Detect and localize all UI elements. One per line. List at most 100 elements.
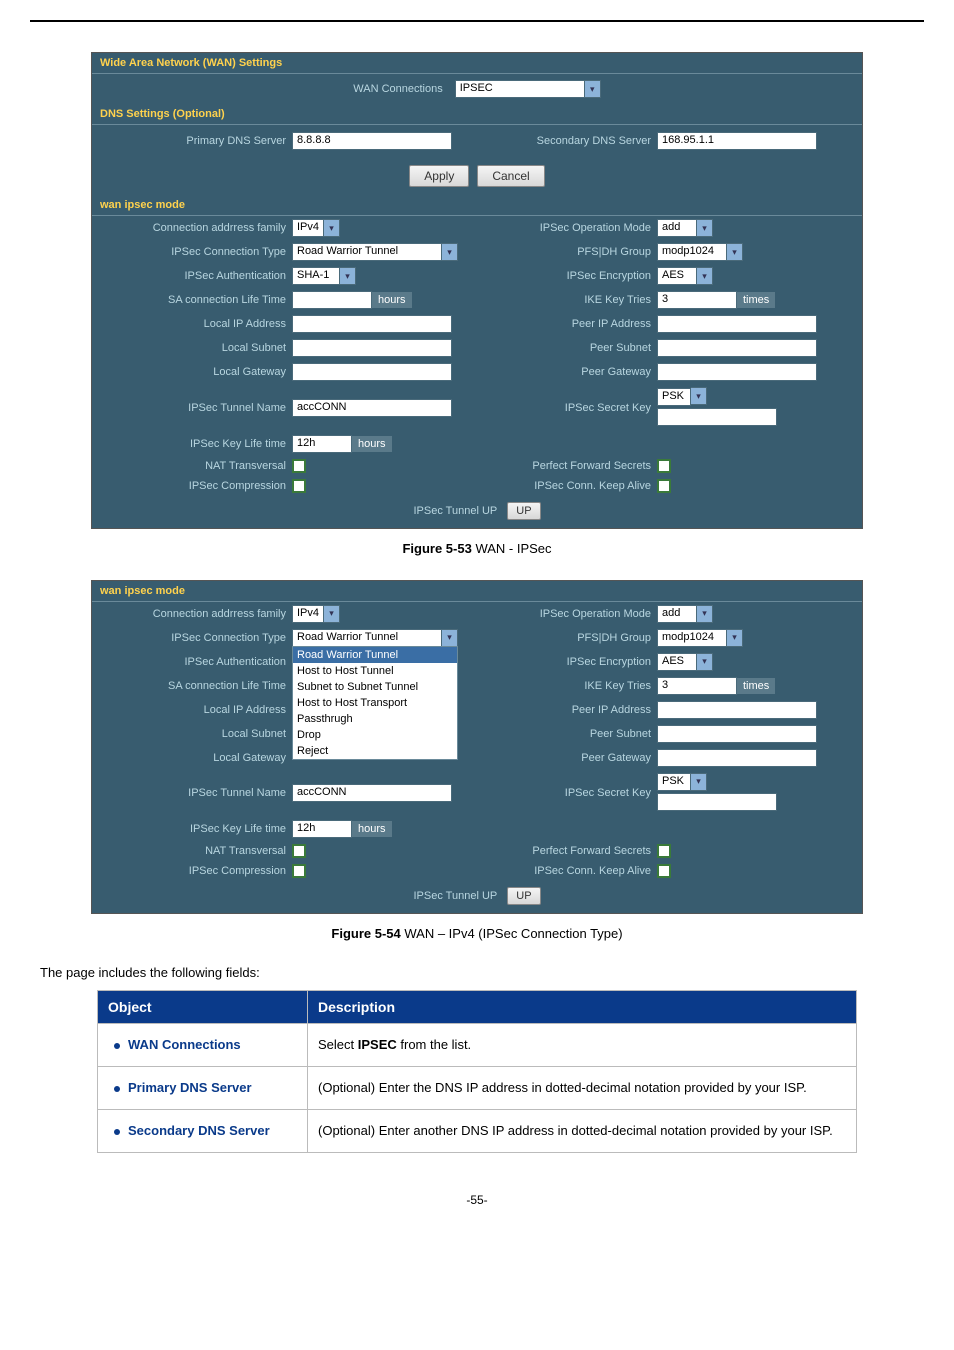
dropdown-option[interactable]: Reject [293,743,457,759]
wan-ipsec-mode-header: wan ipsec mode [92,195,862,216]
conn-type-select[interactable]: Road Warrior Tunnel [292,629,442,647]
nat-checkbox[interactable] [292,844,306,858]
hours-unit: hours [352,436,392,452]
compression-checkbox[interactable] [292,479,306,493]
local-gw-input[interactable] [292,363,452,381]
auth-label: IPSec Authentication [92,656,292,668]
wan-connections-select[interactable]: IPSEC [455,80,585,98]
op-mode-select[interactable]: add [657,219,697,237]
object-name: Primary DNS Server [128,1080,252,1095]
pfs-group-label: PFS|DH Group [477,246,657,258]
chevron-down-icon[interactable]: ▾ [324,605,340,623]
local-ip-input[interactable] [292,315,452,333]
pfs-group-select[interactable]: modp1024 [657,629,727,647]
up-button[interactable]: UP [507,887,540,905]
conn-type-label: IPSec Connection Type [92,632,292,644]
peer-gw-input[interactable] [657,749,817,767]
chevron-down-icon[interactable]: ▾ [691,773,707,791]
pfs-secrets-label: Perfect Forward Secrets [477,460,657,472]
secondary-dns-label: Secondary DNS Server [477,135,657,147]
tunnel-up-label: IPSec Tunnel UP [413,890,503,902]
chevron-down-icon[interactable]: ▾ [442,629,458,647]
key-life-label: IPSec Key Life time [92,438,292,450]
pfs-secrets-checkbox[interactable] [657,459,671,473]
up-button[interactable]: UP [507,502,540,520]
apply-button[interactable]: Apply [409,165,469,187]
key-life-input[interactable]: 12h [292,435,352,453]
chevron-down-icon[interactable]: ▾ [697,219,713,237]
peer-gw-input[interactable] [657,363,817,381]
secret-key-input[interactable] [657,793,777,811]
compression-checkbox[interactable] [292,864,306,878]
peer-subnet-input[interactable] [657,725,817,743]
table-row: Primary DNS Server (Optional) Enter the … [98,1067,857,1110]
dropdown-option[interactable]: Road Warrior Tunnel [293,647,457,663]
enc-select[interactable]: AES [657,267,697,285]
tunnel-name-input[interactable]: accCONN [292,399,452,417]
object-description: (Optional) Enter the DNS IP address in d… [308,1067,857,1110]
conn-family-select[interactable]: IPv4 [292,219,324,237]
nat-label: NAT Transversal [92,845,292,857]
keepalive-checkbox[interactable] [657,479,671,493]
bullet-icon [114,1043,120,1049]
dropdown-option[interactable]: Subnet to Subnet Tunnel [293,679,457,695]
chevron-down-icon[interactable]: ▾ [727,629,743,647]
sa-life-label: SA connection Life Time [92,294,292,306]
op-mode-select[interactable]: add [657,605,697,623]
key-life-input[interactable]: 12h [292,820,352,838]
keepalive-checkbox[interactable] [657,864,671,878]
pfs-group-select[interactable]: modp1024 [657,243,727,261]
chevron-down-icon[interactable]: ▾ [697,267,713,285]
page-number: -55- [30,1193,924,1207]
conn-type-dropdown[interactable]: Road Warrior Tunnel Host to Host Tunnel … [292,646,458,760]
cancel-button[interactable]: Cancel [477,165,544,187]
conn-type-select[interactable]: Road Warrior Tunnel [292,243,442,261]
secret-key-input[interactable] [657,408,777,426]
dropdown-option[interactable]: Host to Host Transport [293,695,457,711]
auth-select[interactable]: SHA-1 [292,267,340,285]
tunnel-name-input[interactable]: accCONN [292,784,452,802]
secret-key-type-select[interactable]: PSK [657,773,691,791]
local-gw-label: Local Gateway [92,366,292,378]
keepalive-label: IPSec Conn. Keep Alive [477,865,657,877]
chevron-down-icon[interactable]: ▾ [691,387,707,405]
table-header-object: Object [98,991,308,1024]
chevron-down-icon[interactable]: ▾ [442,243,458,261]
sa-life-label: SA connection Life Time [92,680,292,692]
dropdown-option[interactable]: Drop [293,727,457,743]
pfs-secrets-checkbox[interactable] [657,844,671,858]
secret-key-type-select[interactable]: PSK [657,388,691,406]
dropdown-option[interactable]: Passthrugh [293,711,457,727]
primary-dns-input[interactable]: 8.8.8.8 [292,132,452,150]
sa-life-input[interactable] [292,291,372,309]
chevron-down-icon[interactable]: ▾ [727,243,743,261]
enc-select[interactable]: AES [657,653,697,671]
chevron-down-icon[interactable]: ▾ [697,605,713,623]
peer-ip-input[interactable] [657,315,817,333]
table-row: WAN Connections Select IPSEC from the li… [98,1024,857,1067]
peer-subnet-input[interactable] [657,339,817,357]
wan-ipsec-mode-header-2: wan ipsec mode [92,581,862,602]
conn-type-label: IPSec Connection Type [92,246,292,258]
nat-checkbox[interactable] [292,459,306,473]
tunnel-name-label: IPSec Tunnel Name [92,402,292,414]
secondary-dns-input[interactable]: 168.95.1.1 [657,132,817,150]
tunnel-up-label: IPSec Tunnel UP [413,505,503,517]
chevron-down-icon[interactable]: ▾ [585,80,601,98]
ike-tries-input[interactable]: 3 [657,291,737,309]
ike-tries-input[interactable]: 3 [657,677,737,695]
chevron-down-icon[interactable]: ▾ [340,267,356,285]
dropdown-option[interactable]: Host to Host Tunnel [293,663,457,679]
chevron-down-icon[interactable]: ▾ [697,653,713,671]
conn-family-select[interactable]: IPv4 [292,605,324,623]
enc-label: IPSec Encryption [477,270,657,282]
object-description: Select IPSEC from the list. [308,1024,857,1067]
local-subnet-input[interactable] [292,339,452,357]
local-subnet-label: Local Subnet [92,728,292,740]
pfs-secrets-label: Perfect Forward Secrets [477,845,657,857]
peer-subnet-label: Peer Subnet [477,728,657,740]
chevron-down-icon[interactable]: ▾ [324,219,340,237]
local-gw-label: Local Gateway [92,752,292,764]
peer-ip-input[interactable] [657,701,817,719]
intro-text: The page includes the following fields: [40,965,924,980]
